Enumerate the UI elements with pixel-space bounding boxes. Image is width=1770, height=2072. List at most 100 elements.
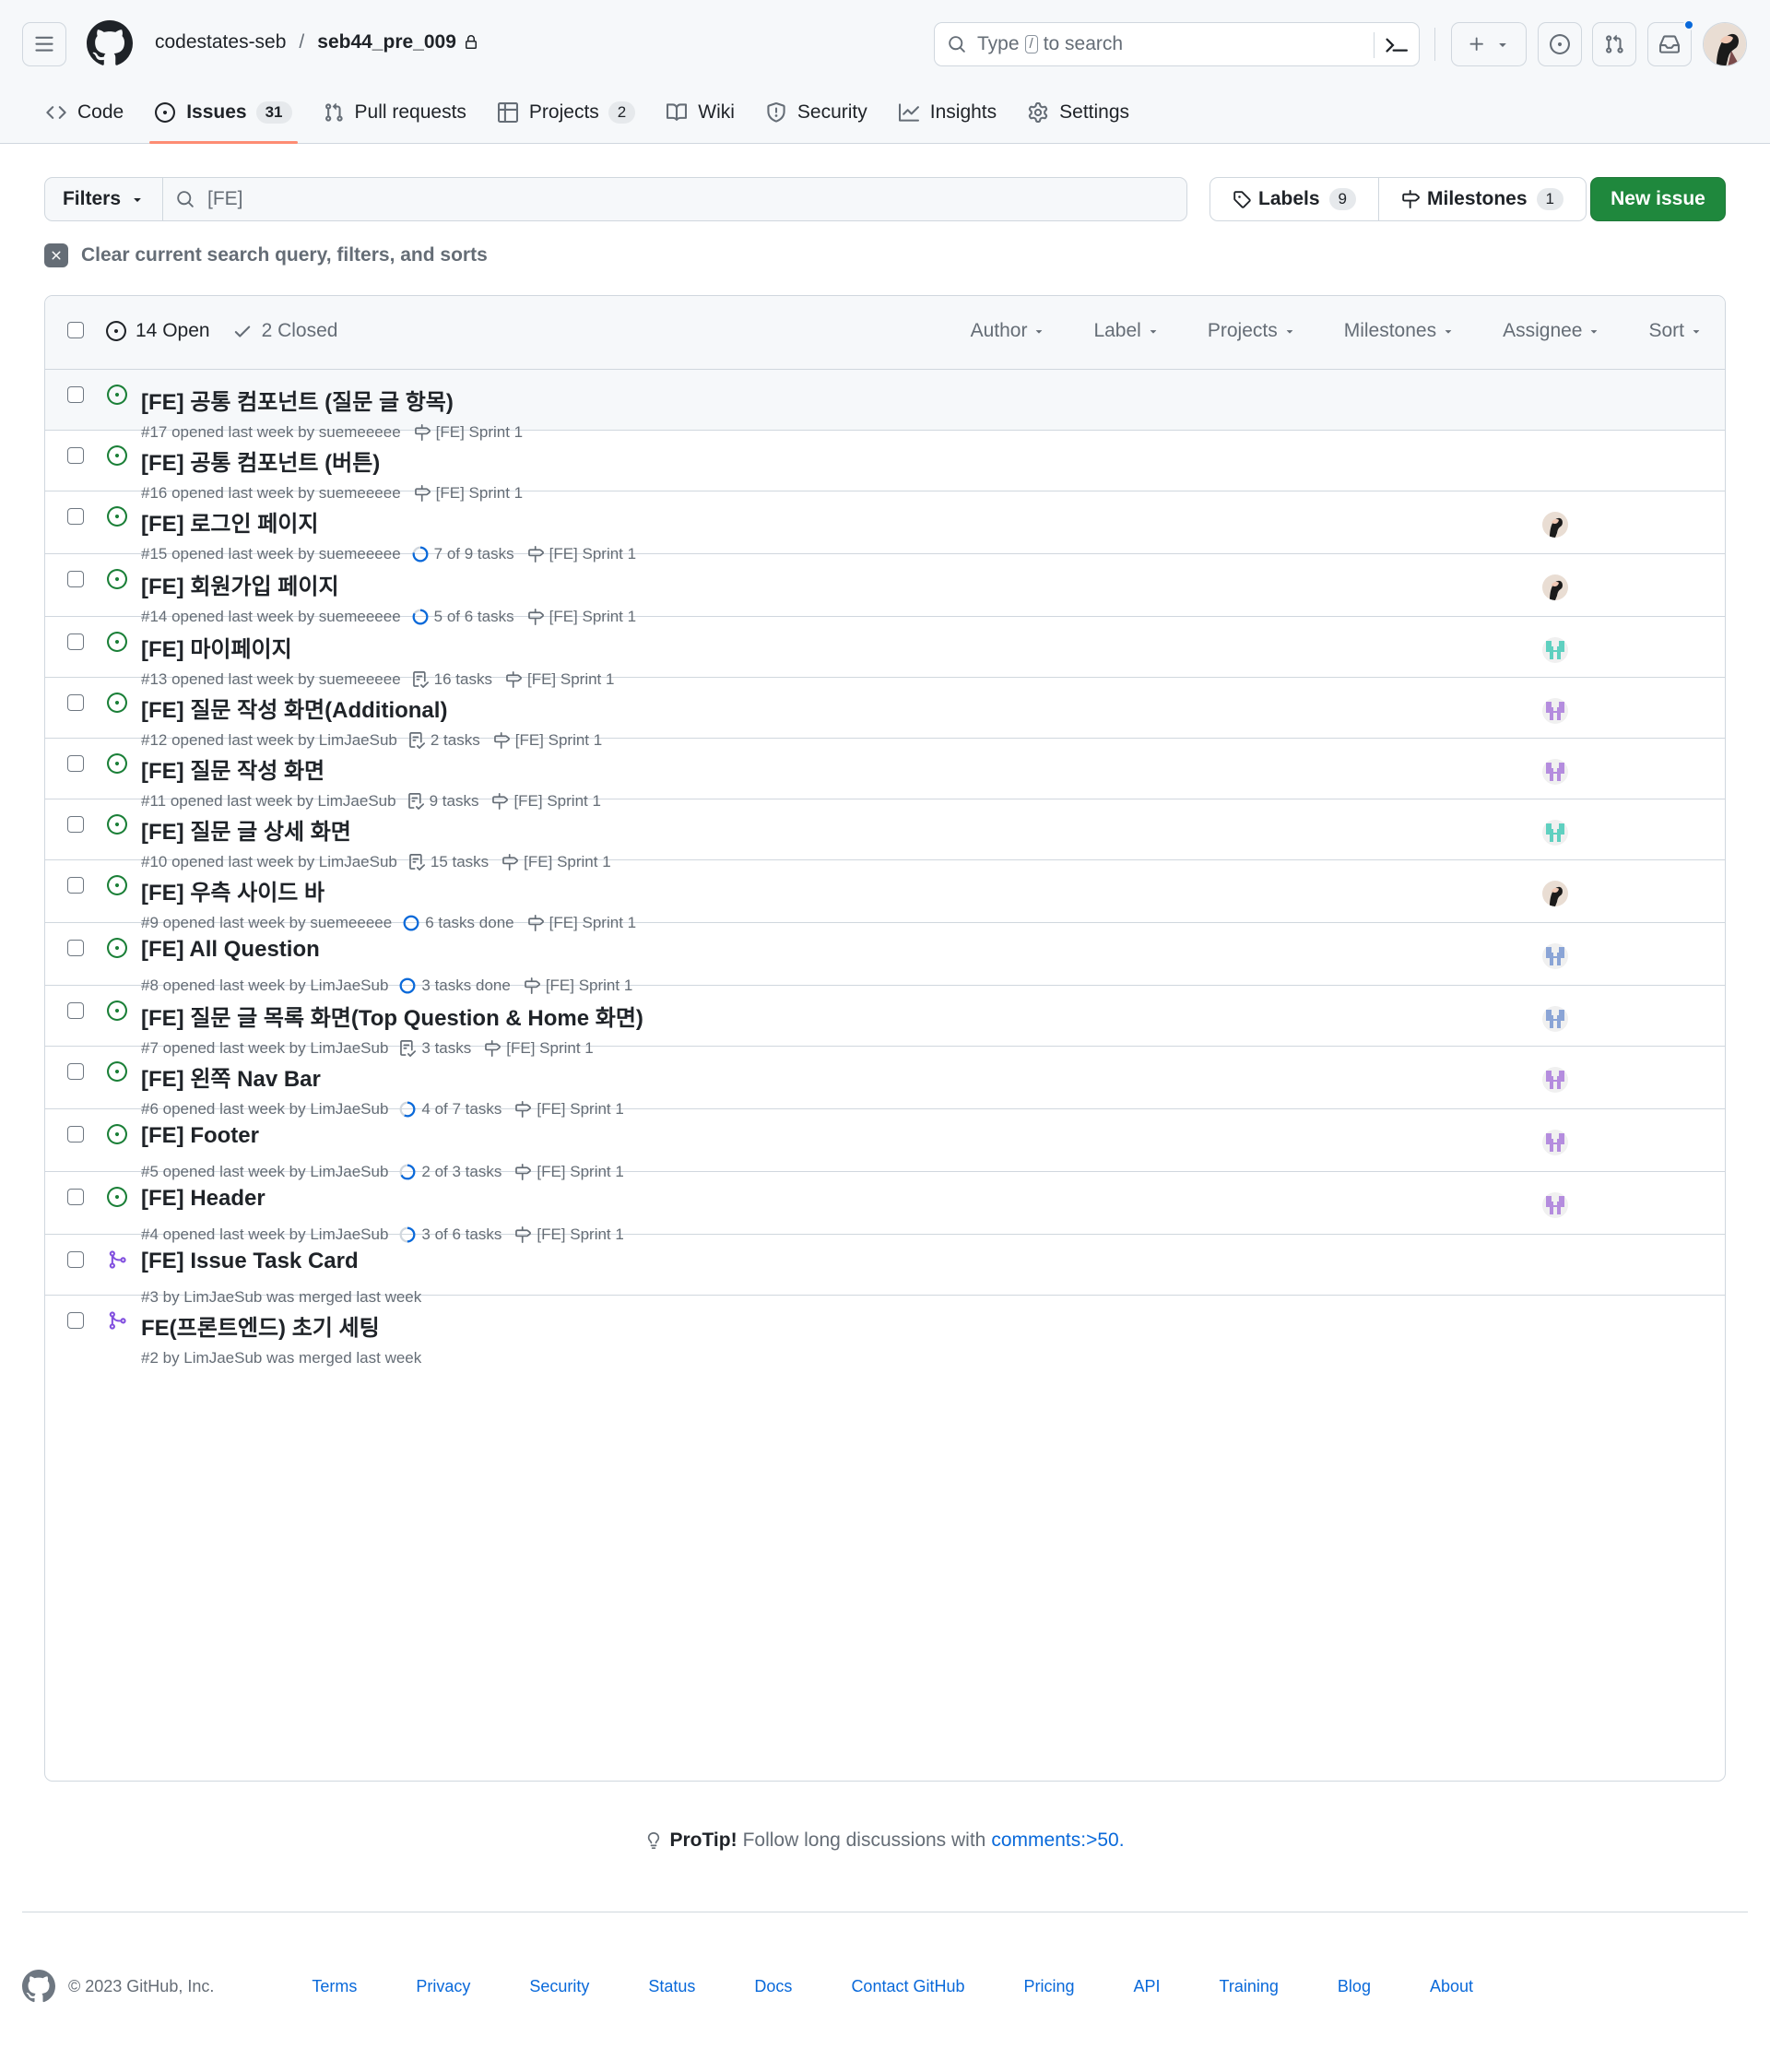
issue-checkbox[interactable]	[67, 633, 84, 650]
issue-title-link[interactable]: [FE] 우측 사이드 바	[141, 874, 324, 906]
issue-row[interactable]: [FE] 회원가입 페이지 #14 opened last week by sue…	[45, 554, 1725, 625]
user-avatar[interactable]	[1703, 22, 1747, 66]
issue-row[interactable]: [FE] Header #4 opened last week by LimJae…	[45, 1172, 1725, 1243]
assignee-avatar[interactable]	[1542, 637, 1568, 663]
your-pull-requests-button[interactable]	[1592, 22, 1636, 66]
footer-link-status[interactable]: Status	[648, 1977, 695, 1996]
issue-row[interactable]: [FE] 공통 컴포넌트 (버튼) #16 opened last week by…	[45, 431, 1725, 502]
issue-checkbox[interactable]	[67, 1312, 84, 1329]
issue-checkbox[interactable]	[67, 940, 84, 956]
assignee-dropdown[interactable]: Assignee	[1503, 320, 1600, 342]
assignee-avatar[interactable]	[1542, 1006, 1568, 1032]
assignee-avatar[interactable]	[1542, 698, 1568, 724]
menu-button[interactable]	[22, 22, 66, 66]
assignee-avatar[interactable]	[1542, 881, 1568, 906]
issue-row[interactable]: [FE] 질문 작성 화면 #11 opened last week by Lim…	[45, 739, 1725, 810]
issue-title-link[interactable]: FE(프론트엔드) 초기 세팅	[141, 1309, 380, 1342]
issue-row[interactable]: [FE] 로그인 페이지 #15 opened last week by suem…	[45, 491, 1725, 562]
assignee-avatar[interactable]	[1542, 1067, 1568, 1093]
command-palette-icon[interactable]	[1386, 34, 1408, 56]
closed-filter-link[interactable]: 2 Closed	[232, 320, 337, 342]
footer-link-about[interactable]: About	[1430, 1977, 1473, 1996]
milestones-dropdown[interactable]: Milestones	[1344, 320, 1455, 342]
labels-button[interactable]: Labels 9	[1210, 178, 1378, 220]
assignee-avatar[interactable]	[1542, 574, 1568, 600]
issue-row[interactable]: [FE] 질문 글 상세 화면 #10 opened last week by L…	[45, 799, 1725, 870]
new-issue-button[interactable]: New issue	[1590, 177, 1726, 221]
tab-pull-requests[interactable]: Pull requests	[311, 92, 479, 133]
issue-row[interactable]: [FE] All Question #8 opened last week by …	[45, 923, 1725, 994]
label-dropdown[interactable]: Label	[1093, 320, 1159, 342]
footer-link-blog[interactable]: Blog	[1338, 1977, 1371, 1996]
assignee-avatar[interactable]	[1542, 943, 1568, 969]
footer-link-docs[interactable]: Docs	[754, 1977, 792, 1996]
create-new-button[interactable]	[1451, 22, 1527, 66]
issue-title-link[interactable]: [FE] 로그인 페이지	[141, 505, 318, 538]
footer-link-security[interactable]: Security	[529, 1977, 589, 1996]
tab-security[interactable]: Security	[753, 92, 880, 133]
footer-link-terms[interactable]: Terms	[312, 1977, 357, 1996]
tab-projects[interactable]: Projects 2	[485, 92, 648, 133]
tab-insights[interactable]: Insights	[886, 92, 1009, 133]
issue-title-link[interactable]: [FE] 질문 글 목록 화면(Top Question & Home 화면)	[141, 1000, 643, 1032]
issue-title-link[interactable]: [FE] 질문 작성 화면(Additional)	[141, 692, 447, 724]
issue-title-link[interactable]: [FE] 공통 컴포넌트 (버튼)	[141, 444, 380, 477]
issue-row[interactable]: [FE] 질문 작성 화면(Additional) #12 opened last…	[45, 678, 1725, 749]
issue-checkbox[interactable]	[67, 1063, 84, 1080]
footer-link-privacy[interactable]: Privacy	[416, 1977, 470, 1996]
your-issues-button[interactable]	[1538, 22, 1582, 66]
author-dropdown[interactable]: Author	[971, 320, 1046, 342]
tab-issues[interactable]: Issues 31	[142, 92, 304, 144]
global-search-input[interactable]: Type / to search	[934, 22, 1420, 66]
issue-checkbox[interactable]	[67, 447, 84, 464]
tab-settings[interactable]: Settings	[1015, 92, 1142, 133]
issue-title-link[interactable]: [FE] Footer	[141, 1123, 259, 1149]
issue-title-link[interactable]: [FE] Issue Task Card	[141, 1249, 359, 1274]
assignee-avatar[interactable]	[1542, 1130, 1568, 1155]
issue-checkbox[interactable]	[67, 1002, 84, 1019]
issue-row[interactable]: [FE] 공통 컴포넌트 (질문 글 항목) #17 opened last we…	[45, 370, 1725, 441]
footer-link-training[interactable]: Training	[1220, 1977, 1279, 1996]
repo-name-link[interactable]: seb44_pre_009	[317, 31, 456, 53]
issue-title-link[interactable]: [FE] 질문 글 상세 화면	[141, 813, 351, 846]
assignee-avatar[interactable]	[1542, 759, 1568, 785]
github-logo[interactable]	[87, 20, 133, 66]
issue-title-link[interactable]: [FE] Header	[141, 1186, 266, 1212]
issue-checkbox[interactable]	[67, 816, 84, 833]
issue-title-link[interactable]: [FE] All Question	[141, 937, 320, 963]
assignee-avatar[interactable]	[1542, 512, 1568, 538]
notifications-button[interactable]	[1647, 19, 1694, 66]
issue-title-link[interactable]: [FE] 마이페이지	[141, 631, 292, 663]
assignee-avatar[interactable]	[1542, 820, 1568, 846]
footer-link-pricing[interactable]: Pricing	[1024, 1977, 1075, 1996]
issue-title-link[interactable]: [FE] 회원가입 페이지	[141, 568, 339, 600]
issue-checkbox[interactable]	[67, 571, 84, 587]
issue-checkbox[interactable]	[67, 755, 84, 772]
issue-row[interactable]: [FE] 마이페이지 #13 opened last week by suemee…	[45, 617, 1725, 688]
issue-title-link[interactable]: [FE] 질문 작성 화면	[141, 752, 324, 785]
milestones-button[interactable]: Milestones 1	[1378, 178, 1586, 220]
github-mark-icon[interactable]	[22, 1970, 55, 2003]
issue-checkbox[interactable]	[67, 1251, 84, 1268]
issue-search-input[interactable]: [FE]	[163, 178, 1186, 220]
select-all-checkbox[interactable]	[67, 322, 84, 338]
issue-row[interactable]: [FE] 질문 글 목록 화면(Top Question & Home 화면) #…	[45, 986, 1725, 1057]
issue-row[interactable]: [FE] 왼쪽 Nav Bar #6 opened last week by Li…	[45, 1047, 1725, 1118]
issue-title-link[interactable]: [FE] 왼쪽 Nav Bar	[141, 1060, 321, 1093]
issue-title-link[interactable]: [FE] 공통 컴포넌트 (질문 글 항목)	[141, 384, 454, 416]
issue-checkbox[interactable]	[67, 508, 84, 525]
clear-filters-link[interactable]: Clear current search query, filters, and…	[44, 243, 488, 267]
filters-dropdown[interactable]: Filters	[45, 178, 163, 220]
open-filter-link[interactable]: 14 Open	[106, 320, 210, 342]
sort-dropdown[interactable]: Sort	[1648, 320, 1703, 342]
issue-checkbox[interactable]	[67, 1189, 84, 1205]
issue-row[interactable]: FE(프론트엔드) 초기 세팅 #2 by LimJaeSub was merge…	[45, 1296, 1725, 1367]
issue-checkbox[interactable]	[67, 877, 84, 894]
issue-checkbox[interactable]	[67, 386, 84, 403]
protip-link[interactable]: comments:>50.	[991, 1829, 1124, 1852]
issue-row[interactable]: [FE] Footer #5 opened last week by LimJae…	[45, 1109, 1725, 1180]
repo-owner-link[interactable]: codestates-seb	[155, 31, 286, 53]
issue-row[interactable]: [FE] Issue Task Card #3 by LimJaeSub was …	[45, 1235, 1725, 1306]
issue-checkbox[interactable]	[67, 1126, 84, 1143]
issue-checkbox[interactable]	[67, 694, 84, 711]
